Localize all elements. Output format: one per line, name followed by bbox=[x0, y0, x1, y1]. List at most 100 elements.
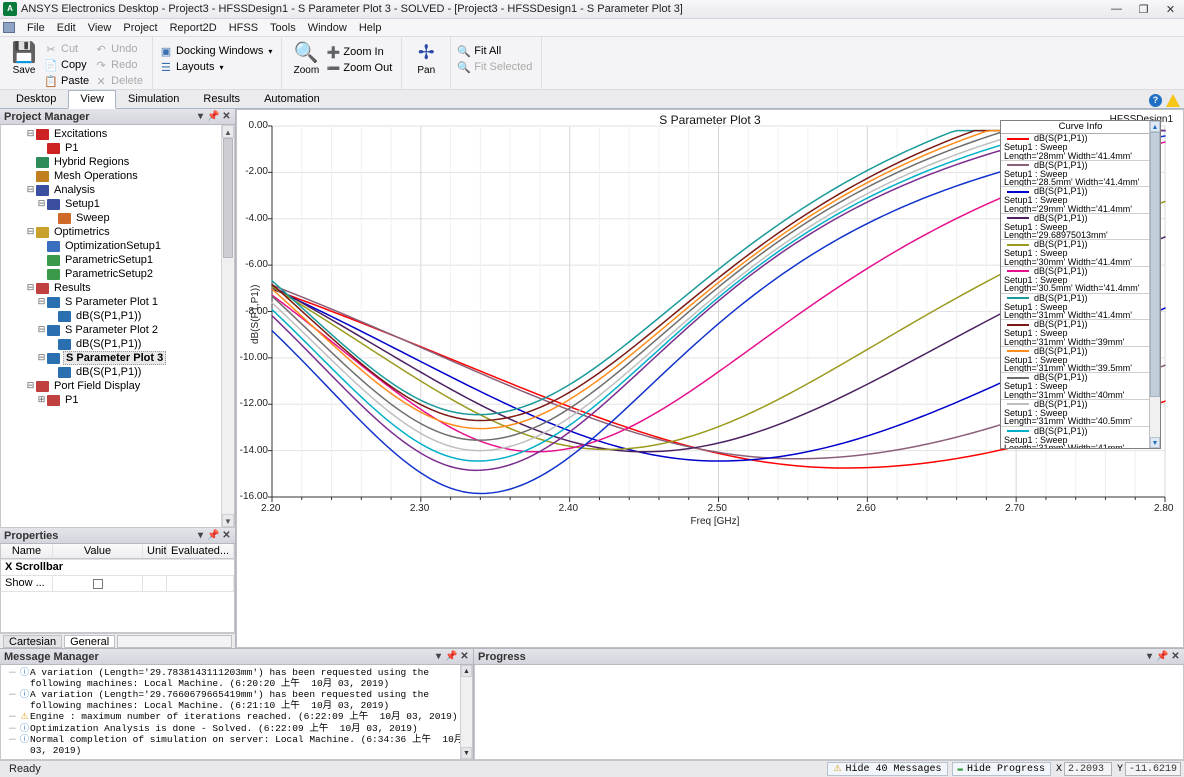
tree-expander-icon[interactable]: ⊟ bbox=[25, 227, 36, 237]
legend-scroll-down-icon[interactable]: ▼ bbox=[1150, 437, 1160, 448]
tree-node-p1[interactable]: P1 bbox=[1, 141, 234, 155]
zoom-in-button[interactable]: ➕ Zoom In bbox=[325, 44, 396, 60]
tree-expander-icon[interactable]: ⊟ bbox=[36, 325, 47, 335]
tree-expander-icon[interactable]: ⊟ bbox=[36, 297, 47, 307]
menu-tools[interactable]: Tools bbox=[264, 21, 302, 35]
menu-report2d[interactable]: Report2D bbox=[164, 21, 223, 35]
menu-window[interactable]: Window bbox=[302, 21, 353, 35]
fit-selected-button[interactable]: 🔍 Fit Selected bbox=[456, 59, 536, 75]
zoom-out-button[interactable]: ➖ Zoom Out bbox=[325, 60, 396, 76]
tree-node-mesh-operations[interactable]: Mesh Operations bbox=[1, 169, 234, 183]
tree-node-parametricsetup2[interactable]: ParametricSetup2 bbox=[1, 267, 234, 281]
legend-entry[interactable]: dB(S(P1,P1)) Setup1 : Sweep Length='30mm' … bbox=[1001, 240, 1160, 267]
paste-button[interactable]: 📋 Paste bbox=[43, 73, 93, 89]
minimize-button[interactable]: — bbox=[1103, 0, 1130, 18]
panel-menu-icon[interactable]: ▾ bbox=[194, 111, 207, 122]
message-row[interactable]: ─ ⓘ A variation (Length='29.7838143111203m… bbox=[1, 667, 472, 689]
tree-expander-icon[interactable]: ⊟ bbox=[25, 381, 36, 391]
close-button[interactable]: ✕ bbox=[1157, 0, 1184, 18]
tree-node-setup1[interactable]: ⊟ Setup1 bbox=[1, 197, 234, 211]
layouts-button[interactable]: ☰ Layouts ▾ bbox=[158, 59, 276, 75]
panel-close-icon[interactable]: ✕ bbox=[220, 530, 233, 541]
fit-all-button[interactable]: 🔍 Fit All bbox=[456, 43, 536, 59]
tab-cartesian[interactable]: Cartesian bbox=[3, 634, 63, 648]
scroll-up-icon[interactable]: ▲ bbox=[461, 665, 472, 677]
tree-node-s-parameter-plot-3[interactable]: ⊟ S Parameter Plot 3 bbox=[1, 351, 234, 365]
tree-node-excitations[interactable]: ⊟ Excitations bbox=[1, 127, 234, 141]
project-tree-scrollbar[interactable]: ▲ ▼ bbox=[221, 125, 234, 527]
menu-view[interactable]: View bbox=[82, 21, 118, 35]
panel-close-icon[interactable]: ✕ bbox=[220, 111, 233, 122]
tree-node-port-field-display[interactable]: ⊟ Port Field Display bbox=[1, 379, 234, 393]
s-parameter-plot[interactable]: S Parameter Plot 3 HFSSDesign1 dB(S(P1,P… bbox=[236, 109, 1184, 648]
legend-entry[interactable]: dB(S(P1,P1)) Setup1 : Sweep Length='28mm' … bbox=[1001, 134, 1160, 161]
panel-menu-icon[interactable]: ▾ bbox=[1143, 651, 1156, 662]
menu-hfss[interactable]: HFSS bbox=[223, 21, 264, 35]
scroll-down-icon[interactable]: ▼ bbox=[222, 514, 234, 527]
project-tree[interactable]: ⊟ Excitations P1 Hybrid Regions Mesh Operati… bbox=[0, 125, 235, 528]
message-row[interactable]: ─ ⓘ Optimization Analysis is done - Solved… bbox=[1, 723, 472, 735]
curve-info-legend[interactable]: Curve Info dB(S(P1,P1)) Setup1 : Sweep Len… bbox=[1000, 120, 1161, 449]
tree-node-parametricsetup1[interactable]: ParametricSetup1 bbox=[1, 253, 234, 267]
message-row[interactable]: ─ ⓘ A variation (Length='29.7660679665419m… bbox=[1, 689, 472, 711]
tree-expander-icon[interactable]: ⊟ bbox=[36, 199, 47, 209]
tree-node-analysis[interactable]: ⊟ Analysis bbox=[1, 183, 234, 197]
menu-file[interactable]: File bbox=[21, 21, 51, 35]
panel-close-icon[interactable]: ✕ bbox=[1169, 651, 1182, 662]
tree-node-db-s-p1-p1[interactable]: dB(S(P1,P1)) bbox=[1, 309, 234, 323]
tree-expander-icon[interactable]: ⊟ bbox=[25, 283, 36, 293]
legend-entry[interactable]: dB(S(P1,P1)) Setup1 : Sweep Length='31mm' … bbox=[1001, 320, 1160, 347]
row-value[interactable] bbox=[53, 576, 143, 591]
delete-button[interactable]: ✕ Delete bbox=[93, 73, 147, 89]
panel-close-icon[interactable]: ✕ bbox=[458, 651, 471, 662]
tab-simulation[interactable]: Simulation bbox=[116, 90, 191, 108]
system-menu-icon[interactable] bbox=[3, 22, 15, 33]
undo-button[interactable]: ↶ Undo bbox=[93, 41, 147, 57]
cut-button[interactable]: ✂ Cut bbox=[43, 41, 93, 57]
tree-expander-icon[interactable]: ⊟ bbox=[36, 353, 47, 363]
message-row[interactable]: ─ ⓘ Normal completion of simulation on ser… bbox=[1, 734, 472, 756]
pin-icon[interactable]: 📌 bbox=[1156, 651, 1169, 662]
legend-entry[interactable]: dB(S(P1,P1)) Setup1 : Sweep Length='30.5mm… bbox=[1001, 267, 1160, 294]
tree-expander-icon[interactable]: ⊞ bbox=[36, 395, 47, 405]
message-list[interactable]: ─ ⓘ A variation (Length='29.7838143111203m… bbox=[0, 665, 473, 760]
help-icon[interactable]: ? bbox=[1149, 94, 1162, 107]
tree-node-hybrid-regions[interactable]: Hybrid Regions bbox=[1, 155, 234, 169]
scroll-down-icon[interactable]: ▼ bbox=[461, 747, 472, 759]
legend-entry[interactable]: dB(S(P1,P1)) Setup1 : Sweep Length='31mm' … bbox=[1001, 294, 1160, 321]
pin-icon[interactable]: 📌 bbox=[207, 111, 220, 122]
message-scrollbar[interactable]: ▲ ▼ bbox=[460, 665, 472, 759]
tree-node-p1[interactable]: ⊞ P1 bbox=[1, 393, 234, 407]
legend-entry[interactable]: dB(S(P1,P1)) Setup1 : Sweep Length='31mm' … bbox=[1001, 400, 1160, 427]
panel-menu-icon[interactable]: ▾ bbox=[194, 530, 207, 541]
tree-node-sweep[interactable]: Sweep bbox=[1, 211, 234, 225]
tab-automation[interactable]: Automation bbox=[252, 90, 332, 108]
show-checkbox[interactable] bbox=[92, 578, 103, 589]
tab-results[interactable]: Results bbox=[191, 90, 252, 108]
legend-entry[interactable]: dB(S(P1,P1)) Setup1 : Sweep Length='29mm' … bbox=[1001, 187, 1160, 214]
tree-expander-icon[interactable]: ⊟ bbox=[25, 185, 36, 195]
menu-edit[interactable]: Edit bbox=[51, 21, 82, 35]
zoom-button[interactable]: 🔍 Zoom bbox=[287, 40, 325, 76]
tree-node-db-s-p1-p1[interactable]: dB(S(P1,P1)) bbox=[1, 337, 234, 351]
tab-general[interactable]: General bbox=[64, 634, 116, 648]
tree-node-s-parameter-plot-2[interactable]: ⊟ S Parameter Plot 2 bbox=[1, 323, 234, 337]
hide-messages-button[interactable]: ⚠ Hide 40 Messages bbox=[827, 762, 948, 776]
save-button[interactable]: 💾 Save bbox=[5, 40, 43, 76]
tab-desktop[interactable]: Desktop bbox=[4, 90, 68, 108]
legend-entry[interactable]: dB(S(P1,P1)) Setup1 : Sweep Length='31mm' … bbox=[1001, 373, 1160, 400]
redo-button[interactable]: ↷ Redo bbox=[93, 57, 147, 73]
scrollbar-thumb[interactable] bbox=[223, 138, 233, 258]
properties-data-row[interactable]: Show ... bbox=[1, 576, 234, 592]
menu-project[interactable]: Project bbox=[117, 21, 163, 35]
scroll-up-icon[interactable]: ▲ bbox=[222, 125, 234, 138]
copy-button[interactable]: 📄 Copy bbox=[43, 57, 93, 73]
legend-entry[interactable]: dB(S(P1,P1)) Setup1 : Sweep Length='31mm' … bbox=[1001, 427, 1160, 448]
hide-progress-button[interactable]: ▬ Hide Progress bbox=[951, 762, 1051, 776]
legend-entry[interactable]: dB(S(P1,P1)) Setup1 : Sweep Length='28.5mm… bbox=[1001, 161, 1160, 188]
tab-view[interactable]: View bbox=[68, 90, 117, 109]
pin-icon[interactable]: 📌 bbox=[445, 651, 458, 662]
pin-icon[interactable]: 📌 bbox=[207, 530, 220, 541]
message-row[interactable]: ─ ⚠ Engine : maximum number of iterations … bbox=[1, 711, 472, 723]
legend-scrollbar[interactable]: ▲ ▼ bbox=[1149, 121, 1160, 448]
